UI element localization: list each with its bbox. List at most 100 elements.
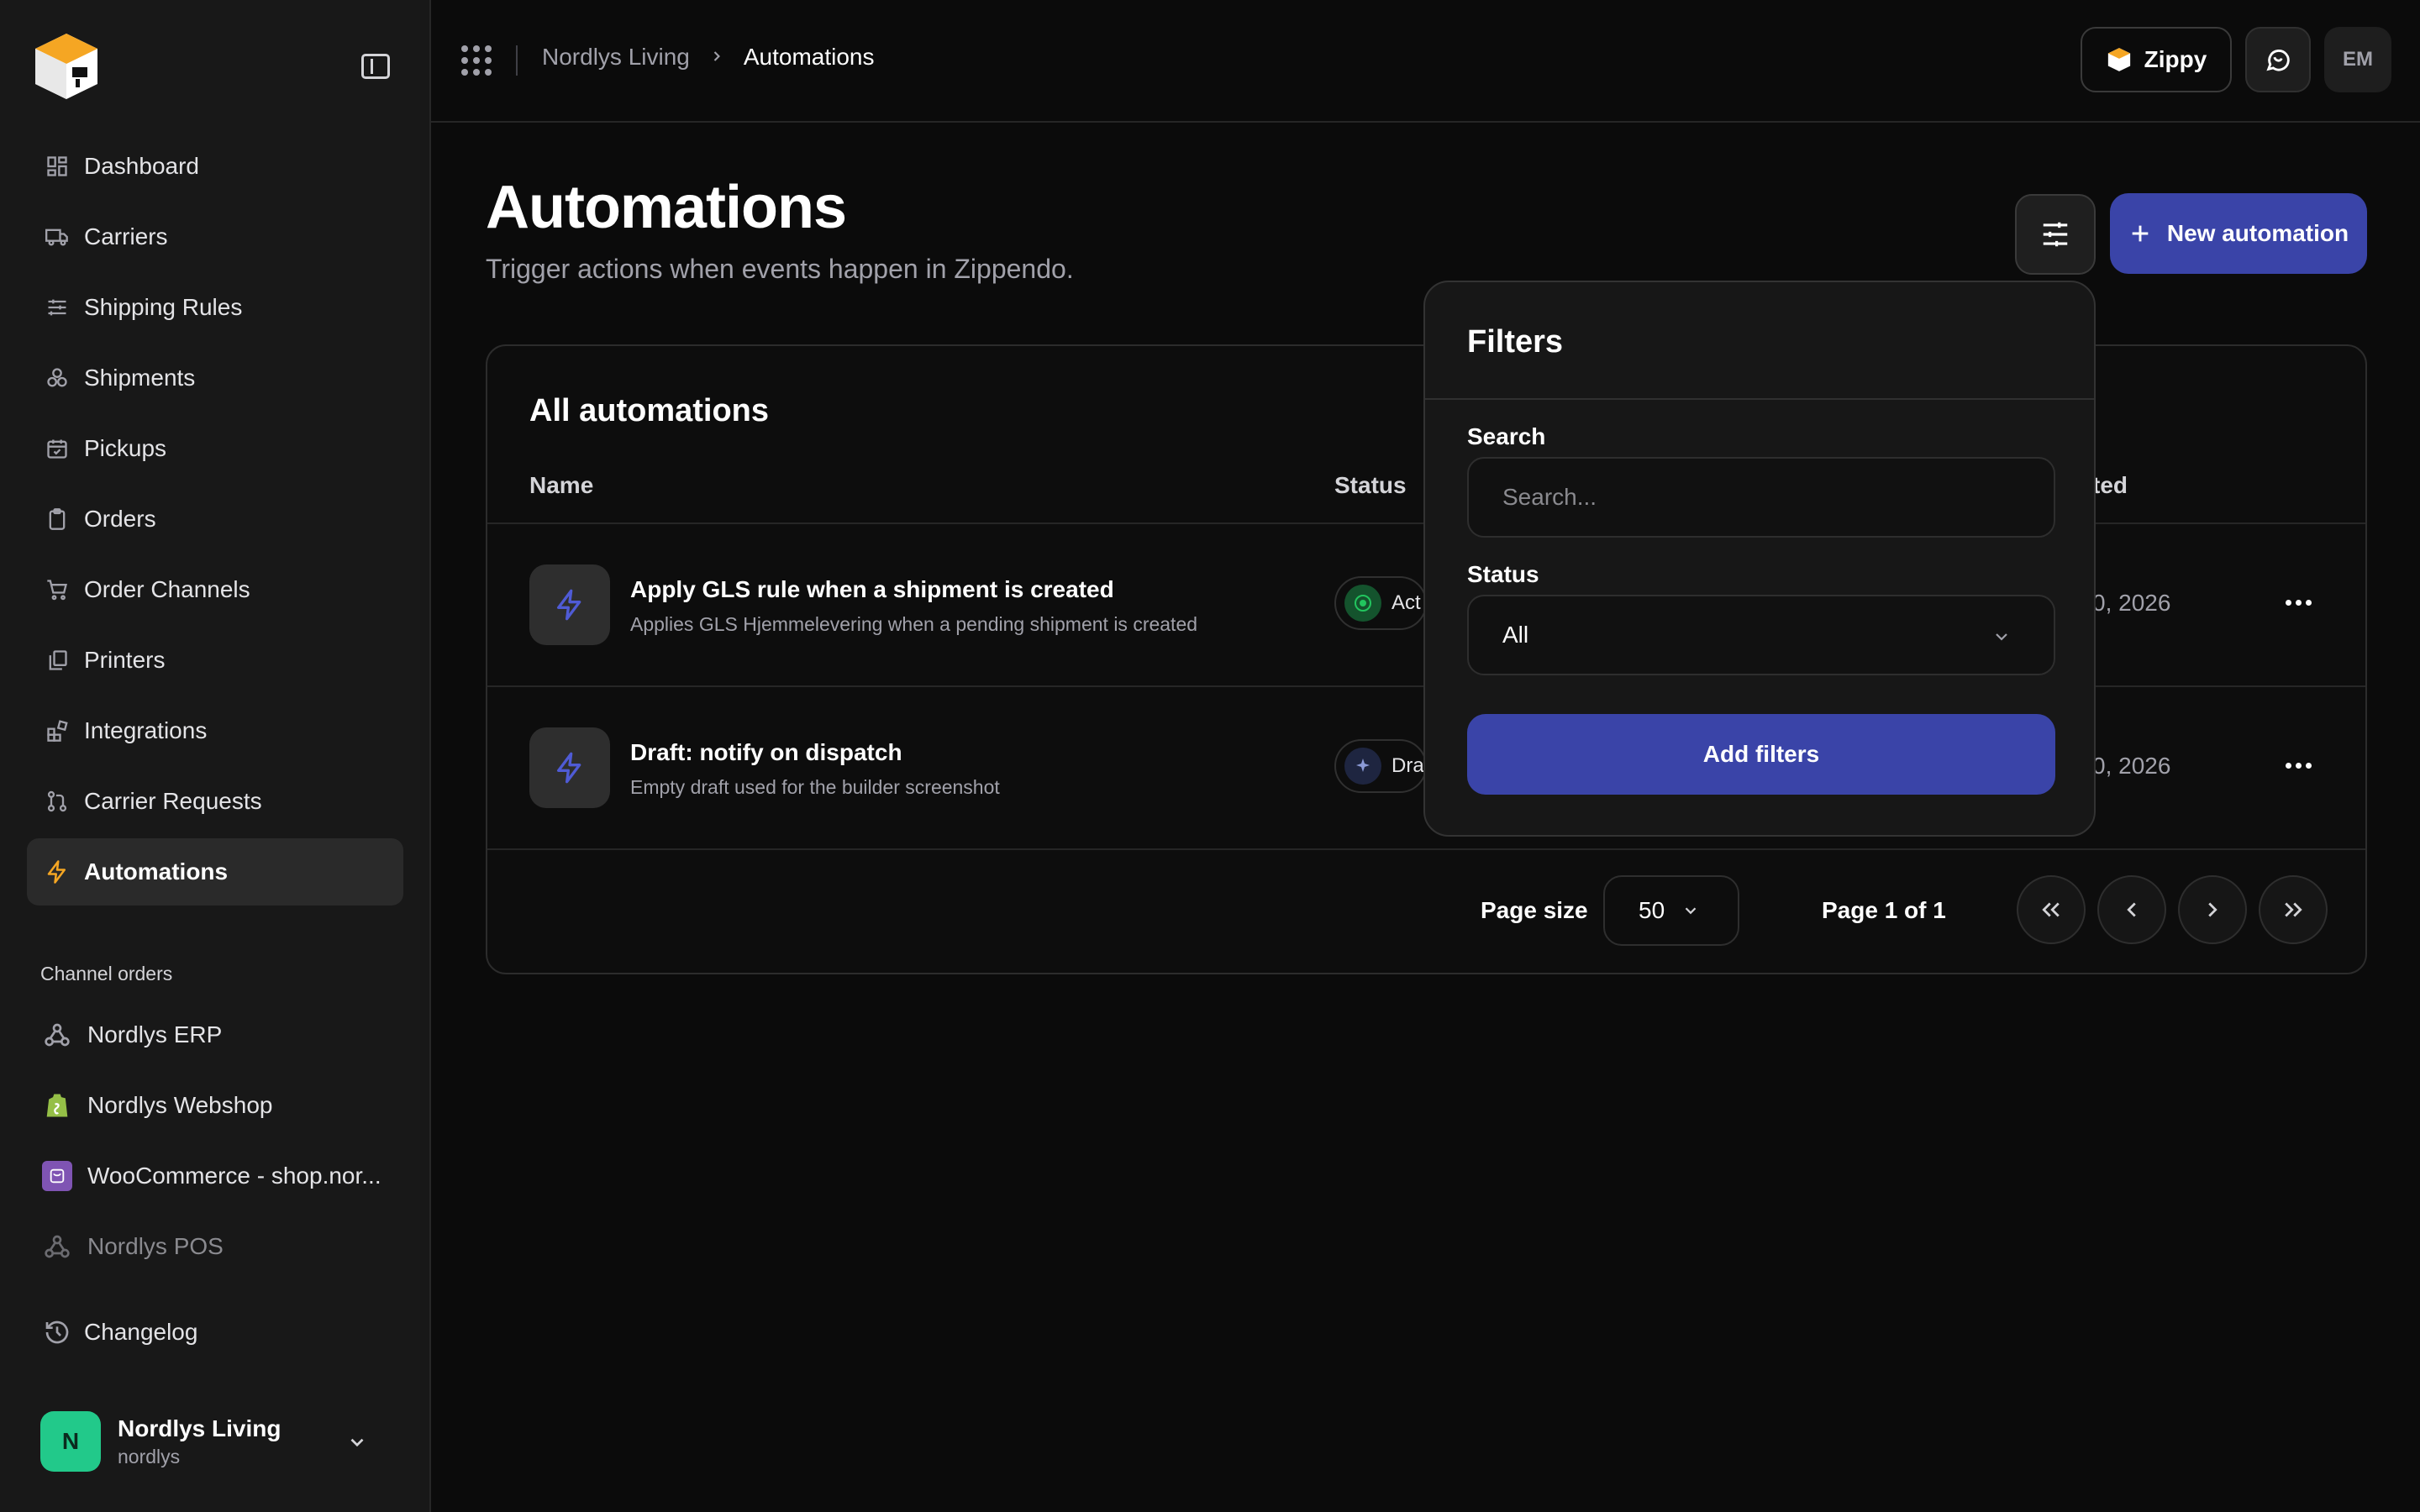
sidebar-item-label: Orders [84, 506, 156, 532]
webhook-icon [42, 1231, 72, 1262]
topbar-divider [516, 45, 518, 76]
changelog-label: Changelog [84, 1319, 198, 1345]
filters-title: Filters [1467, 324, 1564, 360]
user-avatar-button[interactable]: EM [2324, 27, 2391, 92]
sidebar-item-shipments[interactable]: Shipments [27, 344, 403, 412]
history-icon [45, 1320, 69, 1344]
zippendo-logo[interactable] [29, 29, 104, 104]
changelog-link[interactable]: Changelog [44, 1319, 197, 1346]
support-chat-button[interactable] [2245, 27, 2311, 92]
avatar: N [40, 1411, 101, 1472]
page-size-select[interactable]: 50 [1603, 875, 1739, 946]
new-automation-button[interactable]: New automation [2110, 193, 2367, 274]
column-header-name[interactable]: Name [529, 472, 593, 499]
zippy-label: Zippy [2144, 46, 2207, 72]
column-header-status[interactable]: Status [1334, 472, 1407, 499]
add-filters-button[interactable]: Add filters [1467, 714, 2055, 795]
page-indicator: Page 1 of 1 [1822, 897, 1946, 923]
channel-item-nordlys-pos[interactable]: Nordlys POS [27, 1211, 403, 1282]
status-select[interactable]: All [1467, 595, 2055, 675]
sidebar-item-dashboard[interactable]: Dashboard [27, 133, 403, 200]
clipboard-icon [44, 506, 71, 533]
channel-orders-heading: Channel orders [40, 963, 173, 984]
sidebar-item-pickups[interactable]: Pickups [27, 415, 403, 482]
sidebar-toggle-icon[interactable] [361, 54, 390, 79]
webhook-icon [42, 1020, 72, 1050]
updated-date: 0, 2026 [2092, 753, 2171, 779]
automation-name[interactable]: Draft: notify on dispatch [630, 739, 902, 766]
first-page-button[interactable] [2017, 875, 2086, 944]
sidebar-item-label: Shipments [84, 365, 196, 391]
search-input[interactable]: Search... [1467, 457, 2055, 538]
chevrons-right-icon [2285, 902, 2302, 917]
status-label: Act [1392, 591, 1421, 614]
apps-grid-icon[interactable] [461, 45, 492, 76]
channel-label: Nordlys POS [87, 1233, 224, 1259]
sidebar-item-printers[interactable]: Printers [27, 627, 403, 694]
page-size-label: Page size [1481, 897, 1588, 923]
sidebar-item-label: Automations [84, 858, 229, 885]
breadcrumb-current: Automations [743, 44, 875, 70]
channel-item-nordlys-erp[interactable]: Nordlys ERP [27, 1000, 403, 1070]
channel-label: WooCommerce - shop.nor... [87, 1163, 381, 1189]
sidebar-item-integrations[interactable]: Integrations [27, 697, 403, 764]
chevrons-left-icon [2042, 902, 2060, 917]
bolt-icon [529, 727, 610, 808]
sidebar-item-automations[interactable]: Automations [27, 838, 403, 906]
sidebar: Dashboard Carriers Shipping Rules Shipme… [0, 0, 431, 1512]
sidebar-item-label: Integrations [84, 717, 208, 743]
status-select-value: All [1502, 622, 1529, 648]
updated-date: 0, 2026 [2092, 590, 2171, 616]
sidebar-item-shipping-rules[interactable]: Shipping Rules [27, 274, 403, 341]
channel-label: Nordlys Webshop [87, 1092, 273, 1118]
last-page-button[interactable] [2259, 875, 2328, 944]
filters-popover: Filters Search Search... Status All Add … [1423, 281, 2096, 837]
page-title: Automations [486, 174, 847, 241]
shopify-icon [42, 1090, 72, 1121]
zippy-assistant-button[interactable]: Zippy [2081, 27, 2232, 92]
sidebar-item-carrier-requests[interactable]: Carrier Requests [27, 768, 403, 835]
channel-label: Nordlys ERP [87, 1021, 223, 1047]
truck-icon [44, 223, 71, 250]
filter-sliders-icon [2043, 222, 2068, 247]
draft-sparkle-icon [1344, 748, 1381, 785]
breadcrumb: Nordlys Living Automations [542, 44, 875, 71]
topbar: Nordlys Living Automations Zippy EM [431, 0, 2420, 123]
sidebar-item-label: Printers [84, 647, 166, 673]
sidebar-item-label: Shipping Rules [84, 294, 243, 320]
breadcrumb-org[interactable]: Nordlys Living [542, 44, 690, 71]
account-switcher[interactable]: N Nordlys Living nordlys [40, 1411, 393, 1472]
sidebar-item-order-channels[interactable]: Order Channels [27, 556, 403, 623]
sidebar-item-orders[interactable]: Orders [27, 486, 403, 553]
woocommerce-icon [42, 1161, 72, 1191]
chevron-right-icon [2208, 902, 2217, 917]
status-badge: Act [1334, 576, 1427, 630]
sidebar-item-label: Dashboard [84, 153, 199, 179]
sliders-icon [44, 294, 71, 321]
new-automation-label: New automation [2166, 220, 2349, 246]
filter-toggle-button[interactable] [2015, 194, 2096, 275]
row-actions-menu-icon[interactable] [2286, 763, 2312, 769]
status-badge: Dra [1334, 739, 1427, 793]
page-size-value: 50 [1639, 897, 1665, 923]
channel-item-woocommerce[interactable]: WooCommerce - shop.nor... [27, 1141, 403, 1211]
filters-divider [1425, 398, 2094, 400]
prev-page-button[interactable] [2097, 875, 2166, 944]
row-actions-menu-icon[interactable] [2286, 600, 2312, 606]
account-name: Nordlys Living [118, 1415, 281, 1441]
automation-description: Applies GLS Hjemmelevering when a pendin… [630, 613, 1198, 635]
bolt-icon [529, 564, 610, 645]
chevron-right-icon [708, 44, 725, 71]
sidebar-item-label: Pickups [84, 435, 167, 461]
status-label: Dra [1392, 754, 1424, 777]
active-status-icon [1344, 585, 1381, 622]
channel-item-nordlys-webshop[interactable]: Nordlys Webshop [27, 1070, 403, 1141]
sidebar-item-carriers[interactable]: Carriers [27, 203, 403, 270]
column-header-updated[interactable]: ted [2092, 472, 2128, 499]
chevron-left-icon [2127, 902, 2136, 917]
bolt-icon [44, 858, 71, 885]
chevron-down-icon [1996, 633, 2007, 641]
automation-name[interactable]: Apply GLS rule when a shipment is create… [630, 576, 1114, 603]
next-page-button[interactable] [2178, 875, 2247, 944]
row-divider [487, 848, 2365, 850]
